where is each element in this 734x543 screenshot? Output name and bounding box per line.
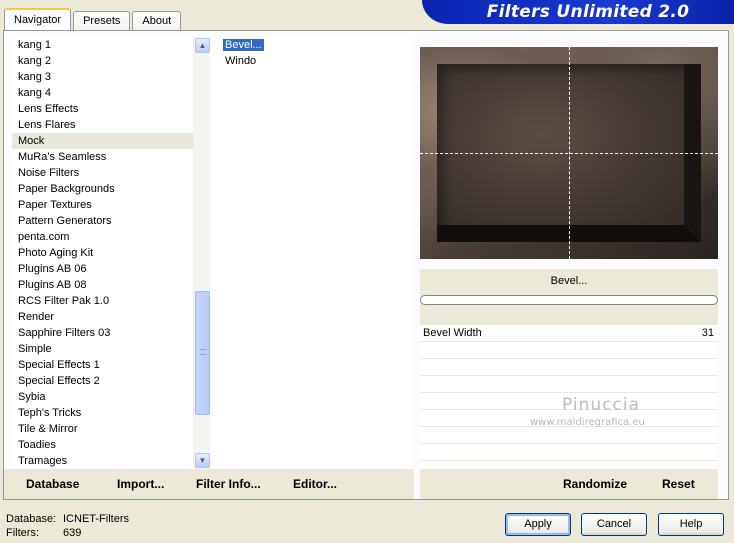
category-item[interactable]: Toadies bbox=[12, 437, 210, 453]
category-item[interactable]: Noise Filters bbox=[12, 165, 210, 181]
app-banner: Filters Unlimited 2.0 bbox=[422, 0, 734, 24]
category-item[interactable]: RCS Filter Pak 1.0 bbox=[12, 293, 210, 309]
scroll-thumb[interactable] bbox=[195, 291, 210, 415]
category-item[interactable]: kang 3 bbox=[12, 69, 210, 85]
editor-button[interactable]: Editor... bbox=[293, 469, 337, 499]
category-item[interactable]: kang 1 bbox=[12, 37, 210, 53]
param-value: 31 bbox=[701, 327, 714, 339]
watermark-url: www.maidiregrafica.eu bbox=[530, 417, 645, 428]
category-item[interactable]: Teph's Tricks bbox=[12, 405, 210, 421]
param-name: Bevel Width bbox=[423, 327, 482, 339]
filter-items: Bevel... Windo bbox=[214, 37, 414, 69]
watermark-name: Pinuccia bbox=[562, 395, 640, 415]
category-scrollbar[interactable]: ▲ ▼ bbox=[193, 37, 210, 469]
preview-guide-horizontal bbox=[420, 153, 718, 154]
reset-button[interactable]: Reset bbox=[662, 469, 695, 499]
category-item[interactable]: Simple bbox=[12, 341, 210, 357]
filter-controls: Bevel... Bevel Width 31 Pinuccia www.mai… bbox=[420, 269, 718, 469]
randomize-button[interactable]: Randomize bbox=[563, 469, 627, 499]
category-item[interactable]: kang 2 bbox=[12, 53, 210, 69]
category-item[interactable]: Plugins AB 08 bbox=[12, 277, 210, 293]
filter-list[interactable]: Bevel... Windo bbox=[214, 37, 414, 469]
tab-presets[interactable]: Presets bbox=[73, 11, 131, 30]
param-row-empty bbox=[420, 427, 718, 444]
category-item[interactable]: Lens Effects bbox=[12, 101, 210, 117]
param-row-empty bbox=[420, 444, 718, 461]
tab-bar: Navigator Presets About bbox=[4, 8, 183, 30]
category-item[interactable]: Special Effects 1 bbox=[12, 357, 210, 373]
filters-count-label: Filters: bbox=[6, 527, 39, 539]
scroll-up-icon[interactable]: ▲ bbox=[195, 38, 210, 53]
category-item[interactable]: penta.com bbox=[12, 229, 210, 245]
right-button-bar: Randomize Reset bbox=[420, 469, 718, 499]
filter-item-label: Bevel... bbox=[223, 39, 264, 51]
category-item[interactable]: Sapphire Filters 03 bbox=[12, 325, 210, 341]
category-list[interactable]: kang 1 kang 2 kang 3 kang 4 Lens Effects Lens… bbox=[12, 37, 210, 469]
progress-bar bbox=[420, 295, 718, 305]
cancel-button[interactable]: Cancel bbox=[581, 513, 647, 536]
tab-about[interactable]: About bbox=[132, 11, 182, 30]
category-item[interactable]: Render bbox=[12, 309, 210, 325]
category-item[interactable]: Lens Flares bbox=[12, 117, 210, 133]
param-row-empty bbox=[420, 376, 718, 393]
category-item[interactable]: Sybia bbox=[12, 389, 210, 405]
category-item[interactable]: Mock bbox=[12, 133, 210, 149]
filters-count-value: 639 bbox=[63, 527, 82, 539]
help-button[interactable]: Help bbox=[658, 513, 724, 536]
param-row[interactable]: Bevel Width 31 bbox=[420, 325, 718, 342]
category-item[interactable]: Paper Textures bbox=[12, 197, 210, 213]
category-item[interactable]: Paper Backgrounds bbox=[12, 181, 210, 197]
category-item[interactable]: Photo Aging Kit bbox=[12, 245, 210, 261]
category-item[interactable]: kang 4 bbox=[12, 85, 210, 101]
navigator-panel: kang 1 kang 2 kang 3 kang 4 Lens Effects Lens… bbox=[3, 30, 729, 500]
database-value: ICNET-Filters bbox=[63, 513, 129, 525]
category-item[interactable]: Plugins AB 06 bbox=[12, 261, 210, 277]
parameter-grid: Bevel Width 31 Pinuccia www.maidiregrafi… bbox=[420, 325, 718, 469]
database-label: Database: bbox=[6, 513, 57, 525]
category-item[interactable]: MuRa's Seamless bbox=[12, 149, 210, 165]
preview-image[interactable] bbox=[420, 47, 718, 259]
param-row-empty bbox=[420, 342, 718, 359]
filter-info-button[interactable]: Filter Info... bbox=[196, 469, 261, 499]
category-item[interactable]: Tramages bbox=[12, 453, 210, 469]
scroll-down-icon[interactable]: ▼ bbox=[195, 453, 210, 468]
category-item[interactable]: Tile & Mirror bbox=[12, 421, 210, 437]
filter-name-label: Bevel... bbox=[550, 275, 588, 287]
tab-navigator[interactable]: Navigator bbox=[4, 8, 72, 30]
filter-item[interactable]: Windo bbox=[214, 53, 414, 69]
category-item[interactable]: Special Effects 2 bbox=[12, 373, 210, 389]
filter-item-label: Windo bbox=[225, 55, 257, 67]
category-items: kang 1 kang 2 kang 3 kang 4 Lens Effects Lens… bbox=[12, 37, 210, 469]
apply-button[interactable]: Apply bbox=[505, 513, 571, 536]
status-info: Database: ICNET-Filters Filters: 639 bbox=[6, 512, 129, 540]
category-item[interactable]: Pattern Generators bbox=[12, 213, 210, 229]
param-row-empty bbox=[420, 359, 718, 376]
grip-icon bbox=[200, 349, 206, 355]
import-button[interactable]: Import... bbox=[117, 469, 164, 499]
filter-item[interactable]: Bevel... bbox=[214, 37, 414, 53]
database-button[interactable]: Database bbox=[26, 469, 79, 499]
left-button-bar: Database Import... Filter Info... Editor… bbox=[4, 469, 414, 499]
